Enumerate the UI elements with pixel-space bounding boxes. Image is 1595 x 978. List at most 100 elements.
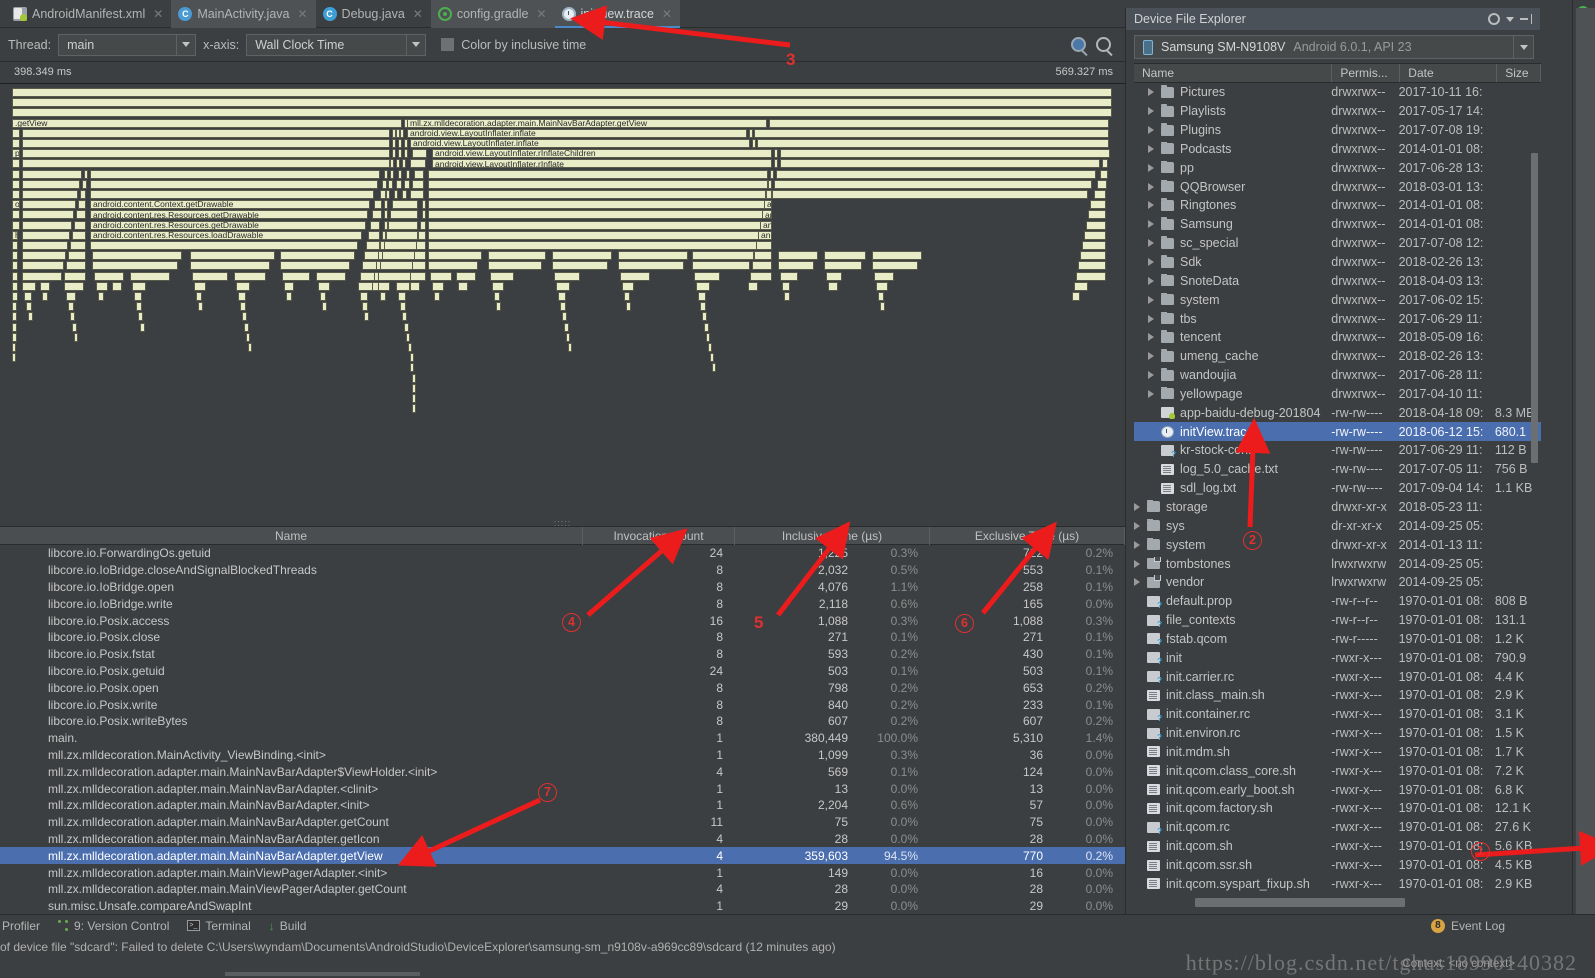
search-icon[interactable] <box>1096 37 1111 52</box>
flame-frame[interactable] <box>878 292 884 301</box>
flame-frame[interactable] <box>432 281 444 291</box>
file-row[interactable]: init.qcom.syspart_fixup.sh -rwxr-x--- 1970… <box>1134 874 1541 893</box>
expand-triangle-icon[interactable] <box>1148 239 1154 248</box>
close-icon[interactable]: ✕ <box>536 7 546 21</box>
table-row[interactable]: mll.zx.mlldecoration.adapter.main.MainVi… <box>0 864 1125 881</box>
flame-frame[interactable] <box>410 363 414 373</box>
flame-frame[interactable] <box>552 261 608 271</box>
file-row[interactable]: tombstones lrwxrwxrw 2014-09-25 05: <box>1134 554 1541 573</box>
flame-frame[interactable] <box>366 241 380 250</box>
flame-frame[interactable] <box>782 281 790 291</box>
flame-frame[interactable] <box>370 220 380 230</box>
flame-frame[interactable] <box>22 159 390 169</box>
tool-button-build[interactable]: ↓ Build <box>269 919 307 933</box>
flame-frame[interactable] <box>280 261 350 271</box>
flame-frame[interactable] <box>136 302 142 312</box>
flame-frame[interactable] <box>22 220 72 230</box>
flame-frame[interactable] <box>1072 292 1080 301</box>
file-row[interactable]: pp drwxrwx-- 2017-06-28 13: <box>1134 158 1541 177</box>
flame-frame[interactable] <box>402 312 407 322</box>
flame-frame[interactable] <box>554 271 580 281</box>
flame-frame[interactable] <box>398 139 402 148</box>
flame-frame[interactable] <box>98 292 104 301</box>
flame-frame[interactable] <box>392 200 418 210</box>
tool-button-event-log[interactable]: 8 Event Log <box>1430 918 1595 933</box>
file-row[interactable]: Podcasts drwxrwx-- 2014-01-01 08: <box>1134 140 1541 159</box>
flame-frame[interactable] <box>456 271 476 281</box>
flame-frame[interactable]: p <box>12 149 20 159</box>
table-row[interactable]: libcore.io.ForwardingOs.getuid 24 1,225 0.3… <box>0 545 1125 562</box>
flame-frame[interactable] <box>702 312 707 322</box>
flame-frame[interactable] <box>360 292 368 301</box>
expand-triangle-icon[interactable] <box>1148 276 1154 285</box>
flame-frame[interactable] <box>768 179 772 189</box>
flame-frame[interactable] <box>754 128 1109 138</box>
flame-frame[interactable] <box>12 322 17 332</box>
flame-frame[interactable] <box>750 271 772 281</box>
flame-frame[interactable] <box>384 169 388 179</box>
flame-frame[interactable] <box>12 312 17 322</box>
flame-frame[interactable] <box>90 190 374 199</box>
file-row[interactable]: init.qcom.early_boot.sh -rwxr-x--- 1970-01… <box>1134 780 1541 799</box>
flame-frame[interactable] <box>138 312 143 322</box>
flame-frame[interactable] <box>784 292 790 301</box>
flame-frame[interactable] <box>774 149 778 159</box>
flame-frame[interactable] <box>82 179 87 189</box>
flame-frame[interactable] <box>1080 251 1106 261</box>
flame-frame[interactable] <box>22 281 36 291</box>
flame-frame[interactable] <box>696 281 710 291</box>
flame-frame[interactable] <box>414 169 424 179</box>
file-row[interactable]: init.class_main.sh -rwxr-x--- 1970-01-01 0… <box>1134 686 1541 705</box>
file-row[interactable]: app-baidu-debug-201804 -rw-rw---- 2018-04-… <box>1134 403 1541 422</box>
flame-frame[interactable] <box>752 261 772 271</box>
file-row[interactable]: system drwxr-xr-x 2014-01-13 11: <box>1134 535 1541 554</box>
flame-frame[interactable] <box>1094 190 1106 199</box>
flame-frame[interactable] <box>362 302 368 312</box>
flame-frame[interactable] <box>364 312 369 322</box>
flame-frame[interactable] <box>388 179 393 189</box>
flame-frame[interactable] <box>824 261 862 271</box>
file-row[interactable]: sdl_log.txt -rw-rw---- 2017-09-04 14: 1.1 K… <box>1134 479 1541 498</box>
expand-triangle-icon[interactable] <box>1148 314 1154 323</box>
zoom-selection-icon[interactable] <box>1071 37 1086 52</box>
flame-frame[interactable] <box>708 343 712 352</box>
flame-frame[interactable] <box>1084 230 1106 240</box>
flame-frame[interactable] <box>66 292 76 301</box>
flame-frame[interactable] <box>756 241 772 250</box>
flame-frame[interactable] <box>392 149 396 159</box>
flame-frame[interactable] <box>618 261 684 271</box>
editor-tab-mainactivity[interactable]: C MainActivity.java ✕ <box>171 0 316 28</box>
flame-frame[interactable] <box>1102 159 1108 169</box>
file-row[interactable]: SnoteData drwxrwx-- 2018-04-03 13: <box>1134 271 1541 290</box>
flame-frame[interactable] <box>402 159 406 169</box>
flame-frame[interactable] <box>192 271 228 281</box>
flame-frame[interactable] <box>568 343 572 352</box>
tool-button-version-control[interactable]: 9: Version Control <box>58 919 169 933</box>
flame-frame[interactable]: android.content.res.Resources.getDrawabl… <box>90 210 368 220</box>
flame-frame[interactable] <box>1097 179 1107 189</box>
flame-frame[interactable] <box>428 210 764 220</box>
flame-frame[interactable] <box>372 210 382 220</box>
file-row[interactable]: Samsung drwxrwx-- 2014-01-01 08: <box>1134 215 1541 234</box>
flame-frame[interactable] <box>422 210 426 220</box>
flame-frame[interactable] <box>704 322 709 332</box>
flame-frame[interactable] <box>12 190 20 199</box>
file-row[interactable]: kr-stock-conf-rw-rw----2017-06-29 11:112… <box>1134 441 1541 460</box>
flame-frame[interactable] <box>414 251 426 261</box>
flame-frame[interactable] <box>412 373 416 383</box>
flame-frame[interactable] <box>22 200 76 210</box>
flame-frame[interactable] <box>22 210 74 220</box>
flame-frame[interactable] <box>1082 241 1106 250</box>
device-select[interactable]: Samsung SM-N9108V Android 6.0.1, API 23 <box>1134 35 1534 59</box>
flame-chart[interactable]: .getView mll.zx.mlldecoration.adapter.mai… <box>0 84 1125 524</box>
flame-frame[interactable] <box>386 190 390 199</box>
flame-frame[interactable]: on <box>12 200 20 210</box>
flame-frame[interactable]: android.content.res.Resources.getDrawabl… <box>762 210 772 220</box>
file-row[interactable]: log_5.0_cache.txt -rw-rw---- 2017-07-05 11… <box>1134 460 1541 479</box>
table-row[interactable]: mll.zx.mlldecoration.adapter.main.MainNa… <box>0 797 1125 814</box>
file-row[interactable]: init.qcom.rc -rwxr-x--- 1970-01-01 08: 27.6… <box>1134 818 1541 837</box>
file-row[interactable]: system drwxrwx-- 2017-06-02 15: <box>1134 290 1541 309</box>
flame-frame[interactable] <box>12 139 20 148</box>
flame-frame[interactable] <box>408 343 412 352</box>
flame-frame[interactable] <box>400 128 404 138</box>
